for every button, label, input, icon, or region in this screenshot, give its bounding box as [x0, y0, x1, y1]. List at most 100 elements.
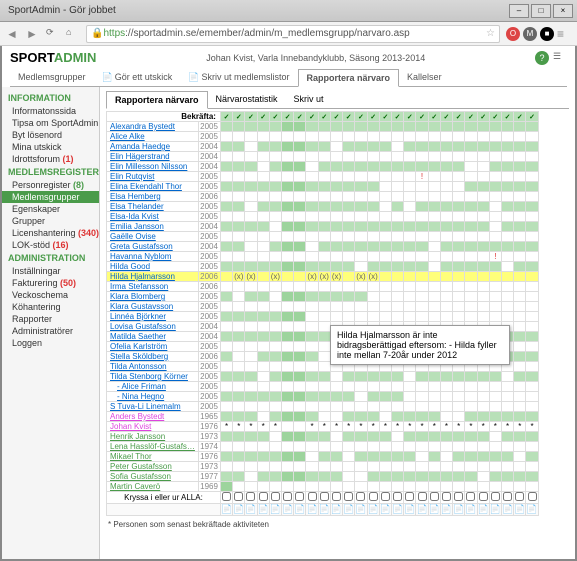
attendance-cell[interactable] — [355, 152, 367, 162]
attendance-cell[interactable] — [440, 222, 452, 232]
attendance-cell[interactable] — [220, 292, 232, 302]
member-link[interactable]: Tilda Antonsson — [110, 362, 167, 371]
attendance-cell[interactable]: * — [306, 422, 318, 432]
attendance-cell[interactable] — [514, 312, 526, 322]
attendance-cell[interactable] — [477, 182, 489, 192]
minimize-button[interactable]: – — [509, 4, 529, 18]
sidebar-item[interactable]: Inställningar — [2, 265, 99, 277]
attendance-cell[interactable]: (x) — [269, 272, 281, 282]
attendance-cell[interactable]: (x) — [367, 272, 379, 282]
attendance-cell[interactable] — [294, 192, 306, 202]
attendance-cell[interactable] — [355, 242, 367, 252]
attendance-cell[interactable] — [489, 372, 501, 382]
toggle-all-checkbox[interactable] — [246, 492, 255, 501]
attendance-cell[interactable] — [294, 272, 306, 282]
attendance-cell[interactable] — [282, 162, 294, 172]
attendance-cell[interactable] — [489, 162, 501, 172]
attendance-cell[interactable] — [489, 392, 501, 402]
sidebar-item[interactable]: Loggen — [2, 337, 99, 349]
attendance-cell[interactable] — [477, 122, 489, 132]
attendance-cell[interactable] — [343, 382, 355, 392]
attendance-cell[interactable] — [257, 482, 269, 492]
attendance-cell[interactable] — [392, 392, 404, 402]
attendance-cell[interactable] — [318, 372, 330, 382]
attendance-cell[interactable] — [355, 212, 367, 222]
attendance-cell[interactable] — [392, 412, 404, 422]
attendance-cell[interactable] — [440, 282, 452, 292]
attendance-cell[interactable] — [489, 182, 501, 192]
attendance-cell[interactable] — [330, 412, 342, 422]
attendance-cell[interactable] — [318, 222, 330, 232]
attendance-cell[interactable] — [453, 172, 465, 182]
attendance-cell[interactable] — [514, 242, 526, 252]
attendance-cell[interactable]: * — [489, 422, 501, 432]
attendance-cell[interactable] — [501, 292, 513, 302]
attendance-cell[interactable] — [428, 312, 440, 322]
attendance-cell[interactable] — [526, 132, 538, 142]
attendance-cell[interactable] — [367, 292, 379, 302]
attendance-cell[interactable] — [477, 452, 489, 462]
attendance-cell[interactable] — [257, 292, 269, 302]
attendance-cell[interactable] — [367, 152, 379, 162]
attendance-cell[interactable] — [465, 262, 477, 272]
attendance-cell[interactable] — [257, 392, 269, 402]
header-check[interactable] — [343, 112, 355, 122]
attendance-cell[interactable] — [294, 322, 306, 332]
attendance-cell[interactable] — [416, 162, 428, 172]
attendance-cell[interactable] — [514, 142, 526, 152]
attendance-cell[interactable] — [294, 442, 306, 452]
attendance-cell[interactable] — [440, 292, 452, 302]
attendance-cell[interactable] — [330, 132, 342, 142]
attendance-cell[interactable] — [392, 142, 404, 152]
attendance-cell[interactable] — [416, 132, 428, 142]
sidebar-item[interactable]: Köhantering — [2, 301, 99, 313]
attendance-cell[interactable] — [306, 282, 318, 292]
attendance-cell[interactable] — [392, 212, 404, 222]
attendance-cell[interactable] — [245, 232, 257, 242]
attendance-cell[interactable] — [440, 162, 452, 172]
bookmark-icon[interactable]: ☆ — [486, 28, 495, 39]
attendance-cell[interactable] — [514, 362, 526, 372]
attendance-cell[interactable] — [343, 222, 355, 232]
attendance-cell[interactable] — [343, 232, 355, 242]
attendance-cell[interactable] — [220, 402, 232, 412]
attendance-cell[interactable] — [392, 252, 404, 262]
attendance-cell[interactable] — [233, 142, 245, 152]
attendance-cell[interactable] — [501, 172, 513, 182]
attendance-cell[interactable] — [428, 412, 440, 422]
attendance-cell[interactable] — [465, 402, 477, 412]
attendance-cell[interactable] — [453, 232, 465, 242]
attendance-cell[interactable] — [465, 152, 477, 162]
attendance-cell[interactable] — [514, 172, 526, 182]
attendance-cell[interactable] — [220, 202, 232, 212]
attendance-cell[interactable] — [428, 442, 440, 452]
toggle-all-checkbox[interactable] — [356, 492, 365, 501]
attendance-cell[interactable] — [379, 132, 391, 142]
attendance-cell[interactable] — [404, 162, 416, 172]
attendance-cell[interactable] — [245, 302, 257, 312]
attendance-cell[interactable] — [330, 182, 342, 192]
attendance-cell[interactable] — [233, 182, 245, 192]
attendance-cell[interactable] — [379, 172, 391, 182]
attendance-cell[interactable] — [282, 342, 294, 352]
attendance-cell[interactable] — [514, 302, 526, 312]
attendance-cell[interactable] — [306, 182, 318, 192]
toggle-all-checkbox[interactable] — [466, 492, 475, 501]
attendance-cell[interactable] — [233, 442, 245, 452]
toggle-all-checkbox[interactable] — [430, 492, 439, 501]
attendance-cell[interactable] — [318, 352, 330, 362]
attendance-cell[interactable] — [501, 142, 513, 152]
attendance-cell[interactable] — [404, 272, 416, 282]
attendance-cell[interactable]: * — [514, 422, 526, 432]
attendance-cell[interactable] — [294, 182, 306, 192]
attendance-cell[interactable] — [318, 462, 330, 472]
attendance-cell[interactable] — [477, 132, 489, 142]
toggle-all-checkbox[interactable] — [259, 492, 268, 501]
attendance-cell[interactable] — [501, 402, 513, 412]
attendance-cell[interactable] — [294, 172, 306, 182]
attendance-cell[interactable] — [269, 432, 281, 442]
attendance-cell[interactable] — [453, 432, 465, 442]
attendance-cell[interactable] — [282, 212, 294, 222]
attendance-cell[interactable] — [489, 262, 501, 272]
attendance-cell[interactable] — [306, 222, 318, 232]
